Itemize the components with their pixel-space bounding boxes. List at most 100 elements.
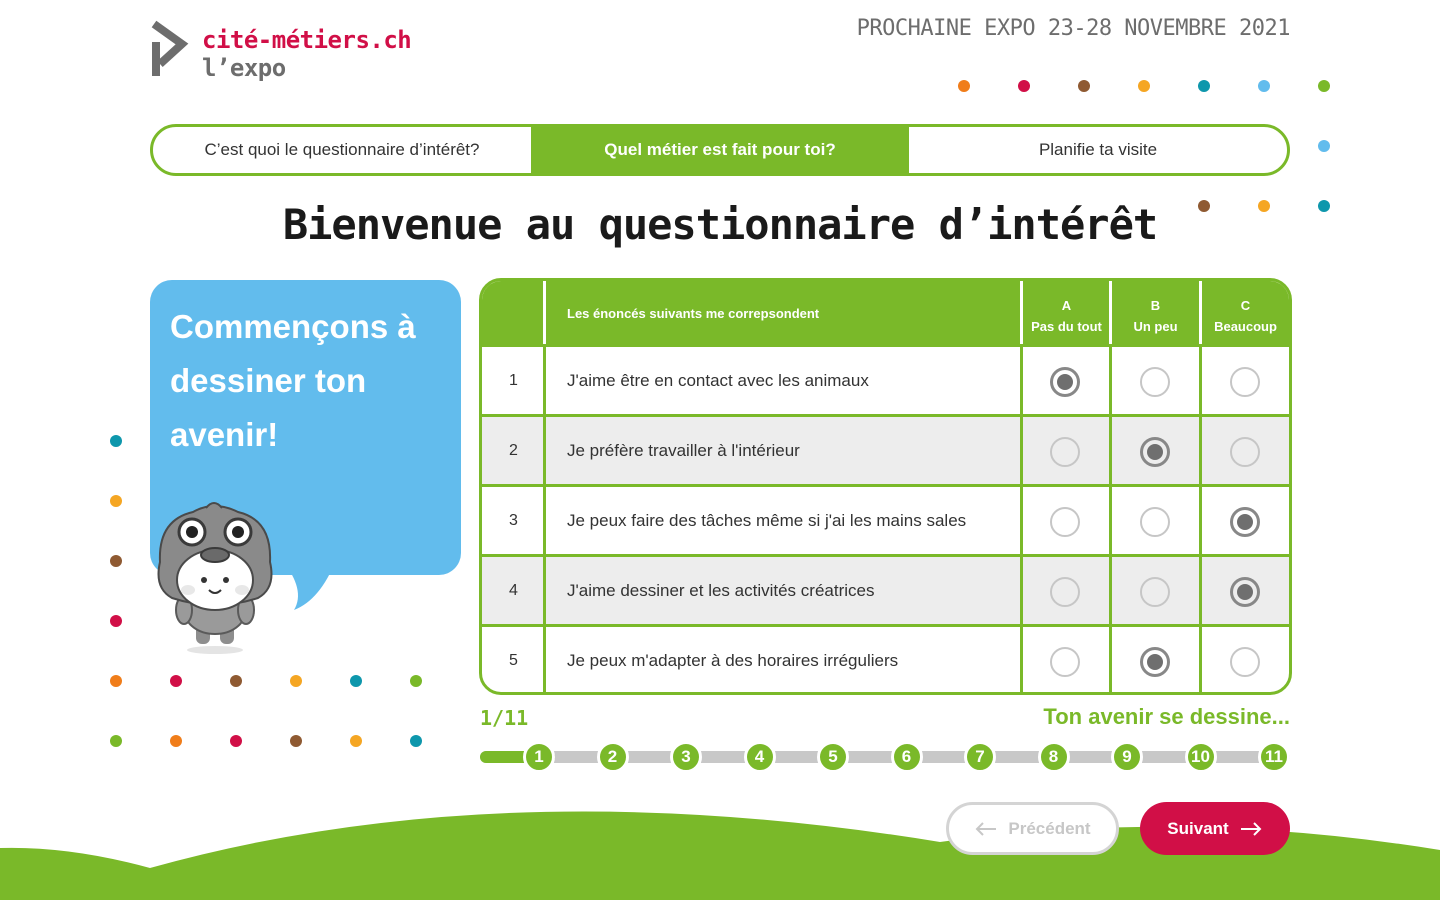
tab-which-job[interactable]: Quel métier est fait pour toi? — [531, 127, 909, 173]
decorative-dot — [1198, 80, 1210, 92]
progress-step[interactable]: 10 — [1184, 741, 1217, 773]
row-number: 1 — [509, 371, 518, 389]
radio-option-b[interactable] — [1140, 507, 1170, 537]
column-divider — [1109, 627, 1112, 692]
option-letter: B — [1150, 298, 1161, 313]
radio-option-b[interactable] — [1140, 437, 1170, 467]
option-header-b: B Un peu — [1112, 295, 1199, 337]
decorative-dot — [350, 735, 362, 747]
progress-step[interactable]: 6 — [890, 741, 923, 773]
decorative-dot — [110, 675, 122, 687]
radio-option-b[interactable] — [1140, 647, 1170, 677]
option-letter: A — [1061, 298, 1072, 313]
tab-questionnaire-info[interactable]: C’est quoi le questionnaire d’intérêt? — [153, 127, 531, 173]
radio-option-b[interactable] — [1140, 367, 1170, 397]
column-divider — [1199, 347, 1202, 414]
statement-text: Je préfère travailler à l'intérieur — [567, 440, 800, 460]
option-header-a: A Pas du tout — [1023, 295, 1110, 337]
radio-option-b[interactable] — [1140, 577, 1170, 607]
column-divider — [543, 557, 546, 624]
option-letter: C — [1240, 298, 1251, 313]
column-divider — [1109, 557, 1112, 624]
row-number: 3 — [509, 511, 518, 529]
radio-option-a[interactable] — [1050, 437, 1080, 467]
decorative-dot — [1318, 80, 1330, 92]
radio-option-c[interactable] — [1230, 367, 1260, 397]
radio-option-a[interactable] — [1050, 507, 1080, 537]
decorative-dot — [110, 435, 122, 447]
progress-step[interactable]: 7 — [964, 741, 996, 773]
next-button[interactable]: Suivant — [1140, 802, 1290, 855]
progress-step[interactable]: 5 — [817, 741, 849, 773]
next-expo-date: PROCHAINE EXPO 23-28 NOVEMBRE 2021 — [856, 16, 1291, 41]
column-divider — [1109, 417, 1112, 484]
column-divider — [1020, 347, 1023, 414]
column-divider — [1020, 487, 1023, 554]
bubble-heading: Commençons à dessiner ton avenir! — [170, 308, 416, 453]
table-row: 3 Je peux faire des tâches même si j'ai l… — [482, 484, 1289, 554]
decorative-dot — [110, 615, 122, 627]
progress-step[interactable]: 9 — [1111, 741, 1143, 773]
column-divider — [1020, 557, 1023, 624]
decorative-dot — [170, 675, 182, 687]
column-divider — [1199, 487, 1202, 554]
radio-option-c[interactable] — [1230, 507, 1260, 537]
table-header-label: Les énoncés suivants me correpsondent — [567, 306, 820, 321]
progress-step[interactable]: 8 — [1037, 741, 1070, 773]
statement-text: Je peux faire des tâches même si j'ai le… — [567, 510, 967, 530]
decorative-dot — [1318, 140, 1330, 152]
radio-option-a[interactable] — [1050, 367, 1080, 397]
next-label: Suivant — [1167, 818, 1229, 838]
decorative-dot — [350, 675, 362, 687]
radio-option-c[interactable] — [1230, 647, 1260, 677]
mascot-illustration — [157, 502, 273, 654]
previous-label: Précédent — [1008, 818, 1091, 838]
main-tabs: C’est quoi le questionnaire d’intérêt? Q… — [150, 124, 1290, 176]
arrow-logo-icon — [151, 20, 189, 76]
statement-text: J'aime être en contact avec les animaux — [567, 370, 869, 390]
decorative-dot — [1078, 80, 1090, 92]
progress-step[interactable]: 1 — [523, 741, 555, 773]
decorative-dot — [110, 495, 122, 507]
decorative-dot — [410, 675, 422, 687]
table-row: 4 J'aime dessiner et les activités créatr… — [482, 554, 1289, 624]
header-divider — [543, 281, 546, 347]
decorative-dot — [1138, 80, 1150, 92]
arrow-left-icon — [975, 821, 997, 836]
column-divider — [1109, 347, 1112, 414]
column-divider — [1199, 557, 1202, 624]
questionnaire-table: Les énoncés suivants me correpsondent A … — [479, 278, 1292, 695]
decorative-dot — [110, 735, 122, 747]
radio-option-a[interactable] — [1050, 577, 1080, 607]
site-logo[interactable]: cité-métiers.ch l’expo — [150, 18, 435, 84]
decorative-dot — [230, 675, 242, 687]
table-header: Les énoncés suivants me correpsondent A … — [482, 281, 1289, 347]
progress-step[interactable]: 4 — [743, 741, 776, 773]
option-label: Beaucoup — [1214, 319, 1277, 334]
logo-subtitle: l’expo — [202, 54, 286, 82]
column-divider — [1020, 417, 1023, 484]
radio-option-c[interactable] — [1230, 577, 1260, 607]
progress-motto: Ton avenir se dessine... — [1043, 704, 1290, 729]
column-divider — [543, 347, 546, 414]
column-divider — [1199, 417, 1202, 484]
option-label: Un peu — [1133, 319, 1178, 334]
row-number: 2 — [509, 441, 518, 459]
decorative-dot — [290, 735, 302, 747]
speech-bubble-tail — [282, 560, 336, 610]
decorative-dot — [410, 735, 422, 747]
column-divider — [543, 487, 546, 554]
page-title: Bienvenue au questionnaire d’intérêt — [282, 200, 1158, 249]
progress-step[interactable]: 11 — [1258, 741, 1290, 773]
decorative-dot — [958, 80, 970, 92]
previous-button[interactable]: Précédent — [946, 802, 1119, 855]
column-divider — [1109, 487, 1112, 554]
tab-plan-visit[interactable]: Planifie ta visite — [909, 127, 1287, 173]
radio-option-c[interactable] — [1230, 437, 1260, 467]
radio-option-a[interactable] — [1050, 647, 1080, 677]
logo-name: cité-métiers.ch — [202, 26, 412, 54]
table-row: 1 J'aime être en contact avec les animaux — [482, 344, 1289, 414]
progress-step[interactable]: 2 — [596, 741, 629, 773]
column-divider — [543, 417, 546, 484]
progress-step[interactable]: 3 — [670, 741, 702, 773]
